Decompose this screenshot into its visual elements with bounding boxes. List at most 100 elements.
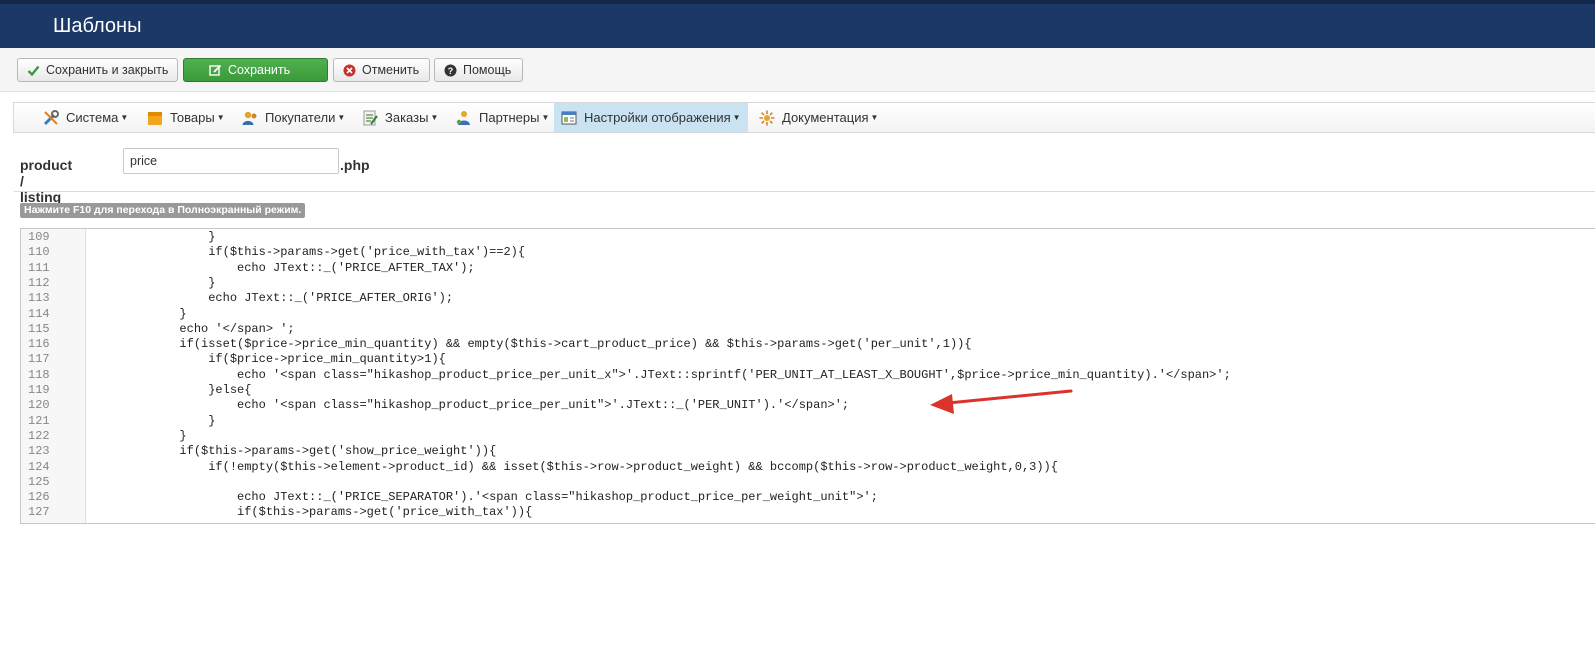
save-button[interactable]: Сохранить	[183, 58, 328, 82]
code-line: 123 if($this->params->get('show_price_we…	[21, 444, 1591, 459]
partners-icon	[455, 109, 473, 127]
line-number: 116	[28, 337, 50, 352]
file-name-input[interactable]	[123, 148, 339, 174]
code-editor[interactable]: 109 } 110 if($this->params->get('price_wi…	[20, 228, 1595, 524]
menu-item-documentation[interactable]: Документация ▼	[752, 103, 884, 132]
cancel-label: Отменить	[362, 63, 420, 77]
code-text: echo '<span class="hikashop_product_pric…	[93, 398, 850, 413]
code-line: 126 echo JText::_('PRICE_SEPARATOR').'<s…	[21, 490, 1591, 505]
code-text: if(isset($price->price_min_quantity) && …	[93, 337, 972, 352]
line-number: 123	[28, 444, 50, 459]
code-text: }	[93, 230, 216, 244]
tools-icon	[42, 109, 60, 127]
divider	[14, 191, 1595, 192]
code-line: 127 if($this->params->get('price_with_ta…	[21, 505, 1591, 520]
menu-item-label: Настройки отображения	[584, 110, 731, 125]
code-line: 120 echo '<span class="hikashop_product_…	[21, 398, 1591, 413]
menu-item-label: Система	[66, 110, 119, 125]
code-text: echo '</span> ';	[93, 321, 295, 336]
code-text: echo JText::_('PRICE_AFTER_TAX');	[93, 260, 475, 275]
caret-down-icon: ▼	[732, 113, 741, 122]
save-close-label: Сохранить и закрыть	[46, 63, 169, 77]
code-line: 121 }	[21, 414, 1591, 429]
cancel-icon	[342, 63, 356, 77]
code-line: 110 if($this->params->get('price_with_ta…	[21, 245, 1591, 260]
code-line: 111 echo JText::_('PRICE_AFTER_TAX');	[21, 261, 1591, 276]
line-number: 117	[28, 352, 50, 367]
fullscreen-hint: Нажмите F10 для перехода в Полноэкранный…	[20, 203, 306, 218]
file-path-prefix: product / listing_	[20, 157, 73, 205]
display-settings-icon	[560, 109, 578, 127]
file-extension: .php	[340, 157, 370, 173]
line-number: 119	[28, 383, 50, 397]
line-number: 118	[28, 367, 50, 382]
users-icon	[241, 109, 259, 127]
main-menu: Система ▼ Товары ▼ Покупатели ▼ Заказы ▼ Пар…	[13, 102, 1595, 133]
code-line: 122 }	[21, 429, 1591, 444]
code-line: 112 }	[21, 276, 1591, 291]
code-text: }	[93, 275, 216, 290]
caret-down-icon: ▼	[870, 113, 879, 122]
code-text: if($this->params->get('price_with_tax')=…	[93, 245, 526, 260]
code-text: if($price->price_min_quantity>1){	[93, 352, 446, 367]
code-text: }	[93, 428, 187, 443]
code-text: if($this->params->get('show_price_weight…	[93, 444, 497, 459]
line-number: 111	[28, 260, 50, 275]
caret-down-icon: ▼	[430, 113, 439, 122]
code-line: 114 }	[21, 307, 1591, 322]
line-number: 120	[28, 398, 50, 413]
menu-item-orders[interactable]: Заказы ▼	[355, 103, 444, 132]
code-text: echo '<span class="hikashop_product_pric…	[93, 367, 1231, 382]
menu-item-label: Заказы	[385, 110, 429, 125]
menu-item-products[interactable]: Товары ▼	[140, 103, 231, 132]
code-line: 116 if(isset($price->price_min_quantity)…	[21, 337, 1591, 352]
code-text: }	[93, 413, 216, 428]
help-button[interactable]: ? Помощь	[434, 58, 523, 82]
line-number: 113	[28, 291, 50, 306]
help-icon: ?	[443, 63, 457, 77]
menu-item-display-settings[interactable]: Настройки отображения ▼	[554, 103, 748, 132]
menu-item-system[interactable]: Система ▼	[36, 103, 134, 132]
line-number: 122	[28, 428, 50, 443]
code-line: 124 if(!empty($this->element->product_id…	[21, 460, 1591, 475]
line-number: 121	[28, 413, 50, 428]
menu-item-partners[interactable]: Партнеры ▼	[449, 103, 555, 132]
caret-down-icon: ▼	[216, 113, 225, 122]
code-line: 109 }	[21, 230, 1591, 245]
action-toolbar: Сохранить и закрыть Сохранить Отменить ?…	[0, 48, 1595, 92]
code-text: }	[93, 306, 187, 321]
line-number: 112	[28, 275, 50, 290]
caret-down-icon: ▼	[541, 113, 550, 122]
cancel-button[interactable]: Отменить	[333, 58, 430, 82]
menu-item-label: Покупатели	[265, 110, 336, 125]
code-line: 119 }else{	[21, 383, 1591, 398]
code-text: if($this->params->get('price_with_tax'))…	[93, 505, 533, 520]
app-header: Шаблоны	[0, 0, 1595, 48]
line-number: 127	[28, 505, 50, 520]
edit-icon	[208, 63, 222, 77]
box-icon	[146, 109, 164, 127]
code-text: echo JText::_('PRICE_AFTER_ORIG');	[93, 291, 454, 306]
line-number: 126	[28, 490, 50, 505]
code-text: echo JText::_('PRICE_SEPARATOR').'<span …	[93, 490, 878, 505]
code-line: 125	[21, 475, 1591, 490]
save-label: Сохранить	[228, 63, 291, 77]
caret-down-icon: ▼	[337, 113, 346, 122]
code-line: 115 echo '</span> ';	[21, 322, 1591, 337]
page-title: Шаблоны	[53, 15, 142, 37]
orders-icon	[361, 109, 379, 127]
menu-item-label: Товары	[170, 110, 215, 125]
save-close-button[interactable]: Сохранить и закрыть	[17, 58, 178, 82]
svg-text:?: ?	[447, 66, 453, 76]
code-line: 117 if($price->price_min_quantity>1){	[21, 352, 1591, 367]
caret-down-icon: ▼	[120, 113, 129, 122]
line-number: 114	[28, 306, 50, 321]
code-text: if(!empty($this->element->product_id) &&…	[93, 459, 1058, 474]
menu-item-customers[interactable]: Покупатели ▼	[235, 103, 351, 132]
code-text: }else{	[93, 383, 252, 397]
line-number: 115	[28, 321, 50, 336]
help-label: Помощь	[463, 63, 512, 77]
menu-item-label: Документация	[782, 110, 869, 125]
code-line: 118 echo '<span class="hikashop_product_…	[21, 368, 1591, 383]
menu-item-label: Партнеры	[479, 110, 540, 125]
